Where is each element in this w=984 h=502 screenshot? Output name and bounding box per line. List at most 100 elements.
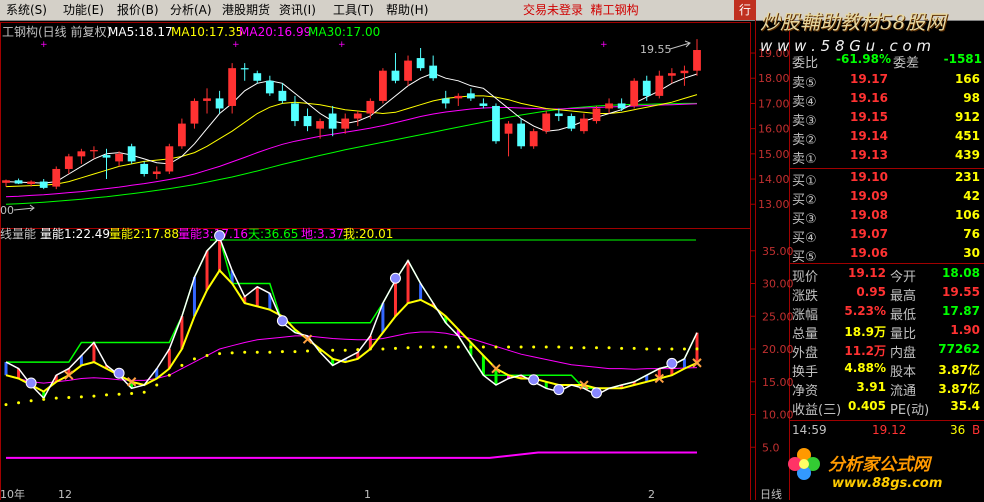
stat-row: 总量 18.9万 量比 1.90	[790, 323, 984, 342]
candle-down	[567, 116, 576, 129]
trade-corner-button[interactable]: 行	[734, 0, 756, 20]
stat-label: 流通	[890, 384, 917, 399]
buy-order-row[interactable]: 买② 19.09 42	[790, 189, 984, 208]
stat-value: 17.87	[942, 304, 980, 318]
buy-order-row[interactable]: 买③ 19.08 106	[790, 208, 984, 227]
candle-up	[680, 70, 689, 74]
sell-order-row[interactable]: 卖③ 19.15 912	[790, 110, 984, 129]
sell-order-row[interactable]: 卖⑤ 19.17 166	[790, 72, 984, 91]
order-volume: 98	[963, 91, 980, 105]
candle-up	[316, 121, 324, 129]
candle-up	[592, 108, 601, 122]
wo-dot	[306, 349, 310, 353]
wo-dot	[331, 348, 335, 352]
wo-dot	[569, 346, 573, 350]
tick-divider	[790, 420, 984, 421]
tick-row[interactable]: 14:59 19.12 36 B	[790, 423, 984, 441]
stat-value: 1.90	[950, 323, 980, 337]
wo-dot	[67, 395, 71, 399]
sell-order-row[interactable]: 卖② 19.14 451	[790, 129, 984, 148]
candle-up	[605, 103, 613, 109]
menu-analysis[interactable]: 分析(A)	[170, 2, 212, 18]
candle-down	[253, 73, 262, 81]
order-volume: 42	[963, 189, 980, 203]
candle-down	[303, 116, 312, 127]
order-level-label: 买①	[792, 174, 817, 189]
wo-dot	[594, 346, 598, 350]
watermark-bottom: 分析家公式网 www.88gs.com	[784, 440, 984, 500]
watermark-top: 炒股輔助教材58股网 w w w . 5 8 G u . c o m	[760, 6, 984, 64]
order-price: 19.09	[850, 189, 888, 203]
date-label-dec: 12	[58, 488, 72, 500]
buy-order-row[interactable]: 买⑤ 19.06 30	[790, 246, 984, 265]
price-tick-label: 14.00	[758, 173, 790, 186]
menu-system[interactable]: 系统(S)	[6, 2, 47, 18]
menu-help[interactable]: 帮助(H)	[386, 2, 428, 18]
candle-down	[617, 103, 626, 109]
order-level-label: 卖①	[792, 152, 817, 167]
stat-row: 涨幅 5.23% 最低 17.87	[790, 304, 984, 323]
menu-function[interactable]: 功能(E)	[63, 2, 104, 18]
candle-down	[140, 163, 149, 174]
stat-label: 今开	[890, 270, 917, 285]
tian-stair-line	[6, 236, 698, 390]
orderbook-divider	[790, 168, 984, 169]
menu-info[interactable]: 资讯(I)	[279, 2, 316, 18]
login-status[interactable]: 交易未登录 精工钢构	[523, 2, 639, 18]
candle-down	[391, 70, 400, 81]
stat-label: 涨幅	[792, 308, 819, 323]
candle-up	[27, 181, 36, 185]
ma-lines	[5, 72, 698, 205]
watermark-top-title: 炒股輔助教材58股网	[760, 10, 946, 34]
candle-up	[667, 73, 676, 76]
menu-hk-futures[interactable]: 港股期货	[222, 2, 270, 18]
indicator-tick-label: 5.0	[762, 441, 780, 454]
wo-dot	[507, 345, 511, 349]
order-price: 19.15	[850, 110, 888, 124]
wo-dot	[356, 348, 360, 352]
indicator-l2-label: 量能2:17.88	[109, 227, 179, 241]
price-panel-frame	[0, 22, 751, 229]
wo-dot	[645, 347, 649, 351]
stat-value: 35.4	[950, 399, 980, 413]
top-dot-marker: +	[600, 40, 608, 50]
indicator-panel-frame	[0, 228, 751, 500]
watermark-top-url: w w w . 5 8 G u . c o m	[760, 37, 932, 55]
wo-dot	[29, 399, 33, 403]
login-status-text: 交易未登录	[523, 3, 584, 17]
order-price: 19.08	[850, 208, 888, 222]
wo-dot	[456, 345, 460, 349]
wo-dot	[431, 345, 435, 349]
order-price: 19.07	[850, 227, 888, 241]
wo-dot	[117, 392, 121, 396]
wo-dot	[469, 345, 473, 349]
stat-value: 19.55	[942, 285, 980, 299]
buy-order-row[interactable]: 买① 19.10 231	[790, 170, 984, 189]
wo-dot	[657, 347, 661, 351]
sell-order-row[interactable]: 卖④ 19.16 98	[790, 91, 984, 110]
menu-tools[interactable]: 工具(T)	[333, 2, 374, 18]
buy-order-row[interactable]: 买④ 19.07 76	[790, 227, 984, 246]
candle-down	[492, 105, 500, 142]
wo-dot	[607, 346, 611, 350]
sell-order-row[interactable]: 卖① 19.13 439	[790, 148, 984, 167]
order-level-label: 卖②	[792, 133, 817, 148]
menu-quote[interactable]: 报价(B)	[117, 2, 159, 18]
price-tick-label: 16.00	[758, 123, 790, 136]
stat-label: PE(动)	[890, 403, 930, 418]
candle-up	[454, 95, 463, 99]
stat-label: 最高	[890, 289, 917, 304]
order-level-label: 买②	[792, 193, 817, 208]
buy-signal-icon	[389, 272, 401, 284]
candle-down	[416, 58, 425, 69]
wo-dot	[406, 346, 410, 350]
stat-label: 涨跌	[792, 289, 819, 304]
indicator-tick-label: 35.00	[762, 245, 794, 258]
top-dot-marker: +	[232, 40, 240, 50]
wo-dot	[494, 345, 498, 349]
wo-dot	[682, 347, 686, 351]
buy-signal-icon	[25, 377, 37, 389]
candle-up	[90, 150, 98, 152]
wo-dot	[42, 397, 46, 401]
wo-dot	[180, 363, 184, 367]
